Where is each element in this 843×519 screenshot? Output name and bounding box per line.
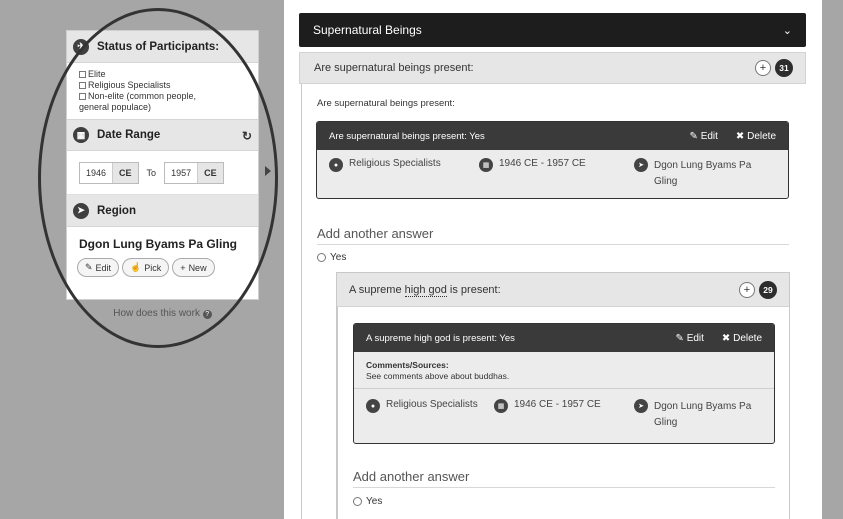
participant-option-nonelite-cont: general populace) xyxy=(79,102,152,112)
checkbox[interactable] xyxy=(79,71,86,78)
answer-header: Are supernatural beings present: Yes ✎ E… xyxy=(317,122,788,150)
comments-block: Comments/Sources: See comments above abo… xyxy=(354,352,774,386)
checkbox[interactable] xyxy=(79,93,86,100)
answer-count-badge: 31 xyxy=(775,59,793,77)
date-from-value[interactable]: 1946 xyxy=(80,162,113,183)
sidebar-collapse-arrow-icon[interactable] xyxy=(265,166,271,176)
pencil-icon: ✎ xyxy=(85,262,93,272)
participants-title: Status of Participants: xyxy=(97,40,220,53)
answer-participant: ● Religious Specialists xyxy=(329,158,479,190)
hand-pointer-icon: ☝ xyxy=(130,262,142,272)
chevron-down-icon[interactable]: ⌄ xyxy=(783,24,792,37)
date-to-era[interactable]: CE xyxy=(197,162,223,183)
sub-yes-option[interactable]: Yes xyxy=(353,496,382,507)
participant-option-nonelite[interactable]: Non-elite (common people, xyxy=(79,91,250,102)
sub-add-answer-title: Add another answer xyxy=(353,469,470,484)
close-icon: ✖ xyxy=(735,130,748,142)
answer-delete-button[interactable]: ✖ Delete xyxy=(736,131,776,142)
sub-question-tools: + 29 xyxy=(739,280,777,299)
sub-answer-edit-button[interactable]: ✎ Edit xyxy=(676,333,704,344)
divider xyxy=(354,388,774,389)
calendar-icon: ▦ xyxy=(494,399,508,413)
region-actions: ✎ Edit ☝ Pick + New xyxy=(67,255,258,280)
checkbox[interactable] xyxy=(79,82,86,89)
question-header[interactable]: Are supernatural beings present: + 31 xyxy=(299,52,806,84)
main-panel: Supernatural Beings ⌄ Are supernatural b… xyxy=(284,0,822,519)
section-title: Supernatural Beings xyxy=(313,23,422,37)
answer-head-text: Are supernatural beings present: Yes xyxy=(329,130,485,142)
radio-button[interactable] xyxy=(317,253,326,262)
answer-card: Are supernatural beings present: Yes ✎ E… xyxy=(316,121,789,199)
answer-count-badge: 29 xyxy=(759,280,777,299)
question-prompt: Are supernatural beings present: xyxy=(317,98,455,109)
sub-answer-card: A supreme high god is present: Yes ✎ Edi… xyxy=(353,323,775,444)
region-header[interactable]: ➤ Region xyxy=(67,195,258,227)
map-pin-icon: ➤ xyxy=(634,158,648,172)
help-icon: ? xyxy=(202,310,212,319)
date-range-inputs: 1946 CE To 1957 CE xyxy=(67,151,258,195)
add-answer-icon[interactable]: + xyxy=(739,281,755,298)
add-answer-icon[interactable]: + xyxy=(755,60,771,76)
date-from-field[interactable]: 1946 CE xyxy=(79,161,139,184)
radio-button[interactable] xyxy=(353,497,362,506)
sub-answer-tools: ✎ Edit ✖ Delete xyxy=(676,333,762,344)
sub-question-title: A supreme high god is present: xyxy=(349,283,501,297)
calendar-icon: ▦ xyxy=(73,127,89,143)
region-pick-button[interactable]: ☝ Pick xyxy=(122,258,170,277)
sub-answer-meta: ● Religious Specialists ▦ 1946 CE - 1957 C… xyxy=(354,391,774,439)
add-answer-title: Add another answer xyxy=(317,226,434,241)
answer-region: ➤ Dgon Lung Byams Pa Gling xyxy=(634,158,751,190)
region-new-button[interactable]: + New xyxy=(172,258,215,277)
calendar-icon: ▦ xyxy=(479,158,493,172)
divider xyxy=(317,244,789,245)
date-range-title: Date Range xyxy=(97,129,161,141)
compass-icon: ✈ xyxy=(73,38,89,55)
region-edit-button[interactable]: ✎ Edit xyxy=(77,258,120,277)
sub-answer-header: A supreme high god is present: Yes ✎ Edi… xyxy=(354,324,774,352)
date-from-era[interactable]: CE xyxy=(112,162,138,183)
date-to-field[interactable]: 1957 CE xyxy=(164,161,224,184)
date-to-value[interactable]: 1957 xyxy=(165,162,198,183)
person-icon: ● xyxy=(366,399,380,413)
answer-date: ▦ 1946 CE - 1957 CE xyxy=(479,158,634,190)
map-pin-icon: ➤ xyxy=(73,202,89,219)
high-god-link[interactable]: high god xyxy=(404,283,447,297)
map-pin-icon: ➤ xyxy=(634,399,648,413)
edit-icon: ✎ xyxy=(675,332,687,344)
answer-edit-button[interactable]: ✎ Edit xyxy=(690,131,718,142)
plus-icon: + xyxy=(180,262,186,273)
section-header[interactable]: Supernatural Beings ⌄ xyxy=(299,13,806,47)
question-title: Are supernatural beings present: xyxy=(314,62,474,74)
question-divider xyxy=(301,84,302,519)
answer-tools: ✎ Edit ✖ Delete xyxy=(690,131,776,142)
person-icon: ● xyxy=(329,158,343,172)
sub-answer-participant: ● Religious Specialists xyxy=(366,399,494,431)
divider xyxy=(353,487,775,488)
how-does-this-work-link[interactable]: How does this work ? xyxy=(66,308,259,319)
sub-question-divider xyxy=(337,307,338,519)
sub-question-card: A supreme high god is present: + 29 A su… xyxy=(336,272,790,519)
sub-question-header[interactable]: A supreme high god is present: + 29 xyxy=(337,273,789,307)
sub-answer-delete-button[interactable]: ✖ Delete xyxy=(722,333,762,344)
participants-list: Elite Religious Specialists Non-elite (c… xyxy=(67,63,258,119)
yes-option[interactable]: Yes xyxy=(317,252,346,263)
reset-icon[interactable]: ↻ xyxy=(242,129,252,143)
close-icon: ✖ xyxy=(721,332,734,344)
sub-answer-date: ▦ 1946 CE - 1957 CE xyxy=(494,399,634,431)
participant-option-religious[interactable]: Religious Specialists xyxy=(79,80,250,91)
region-title: Region xyxy=(97,204,136,217)
participants-header[interactable]: ✈ Status of Participants: xyxy=(67,31,258,63)
comments-text: See comments above about buddhas. xyxy=(366,371,510,381)
date-range-header[interactable]: ▦ Date Range ↻ xyxy=(67,119,258,151)
question-tools: + 31 xyxy=(755,59,793,77)
edit-icon: ✎ xyxy=(689,130,701,142)
sub-answer-region: ➤ Dgon Lung Byams Pa Gling xyxy=(634,399,751,431)
sub-answer-head-text: A supreme high god is present: Yes xyxy=(366,332,515,344)
filter-sidebar: ✈ Status of Participants: Elite Religiou… xyxy=(66,30,259,300)
date-to-label: To xyxy=(146,167,157,178)
participant-option-elite[interactable]: Elite xyxy=(79,69,250,80)
answer-meta: ● Religious Specialists ▦ 1946 CE - 1957 C… xyxy=(317,150,788,198)
comments-label: Comments/Sources: xyxy=(366,360,449,370)
region-name: Dgon Lung Byams Pa Gling xyxy=(79,237,238,251)
